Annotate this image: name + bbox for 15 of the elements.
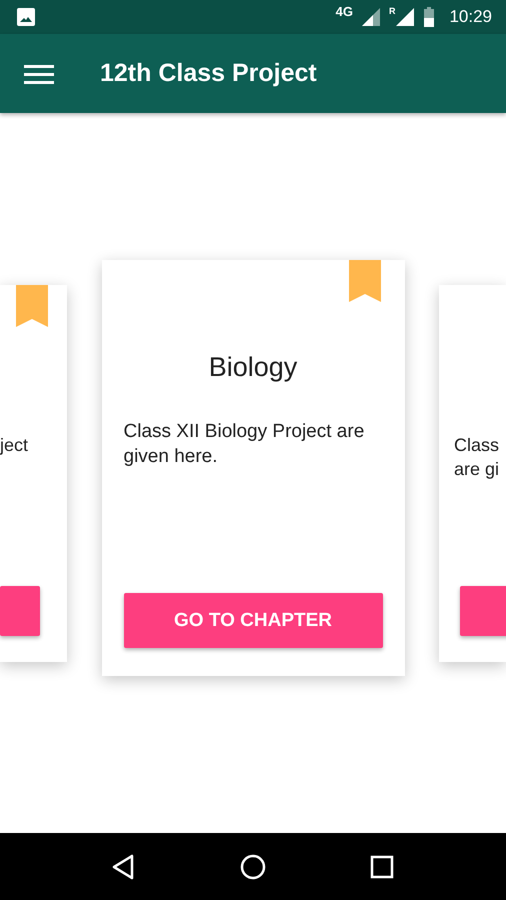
network-type: 4G [336,4,353,19]
signal-icon [360,7,381,27]
menu-icon[interactable] [24,62,54,84]
go-to-chapter-button[interactable]: GO TO CHAPTER [124,593,382,648]
signal-icon [395,7,416,27]
card-description: Class XII Biology Project are given here. [124,420,366,469]
roaming-indicator: R [388,6,396,16]
image-icon [16,7,36,27]
card-description: Class are gi [454,434,500,480]
battery-icon [423,7,436,27]
app-title: 12th Class Project [100,59,317,88]
card-title: Biology [208,352,298,383]
home-icon[interactable] [240,854,266,880]
recents-icon[interactable] [368,854,395,880]
clock: 10:29 [449,7,492,27]
